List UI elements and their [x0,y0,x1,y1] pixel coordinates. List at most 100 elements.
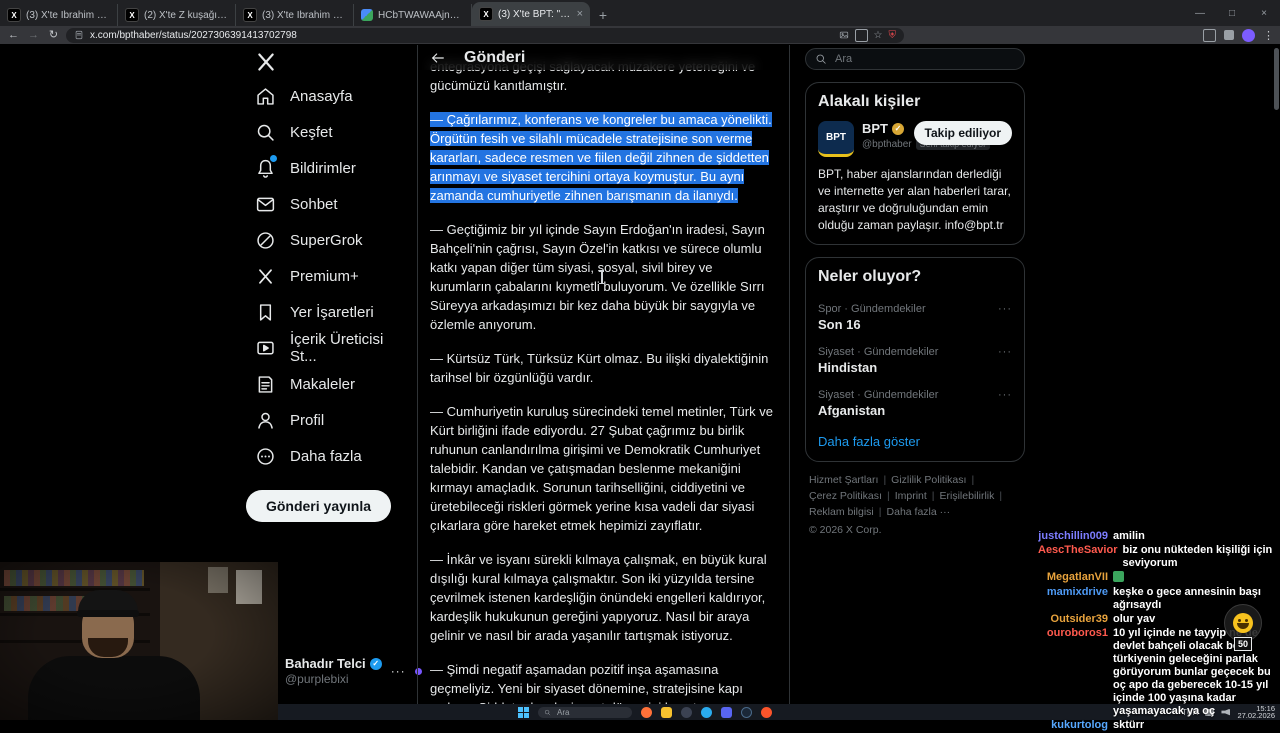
x-favicon: X [7,8,21,22]
extensions-icon[interactable] [1224,30,1234,40]
user-bio: BPT, haber ajanslarından derlediği ve in… [818,167,1011,232]
save-page-icon[interactable] [854,28,868,42]
sidebar-item-profile[interactable]: Profil [244,402,417,438]
post-button[interactable]: Gönderi yayınla [246,490,391,522]
account-more-icon[interactable]: ··· [391,664,406,678]
search-input[interactable] [833,52,987,66]
account-handle: @purplebixi [285,672,349,686]
browser-tab-5-active[interactable]: X (3) X'te BPT: "PKK Terör Örgütü i × [472,2,590,26]
trend-item[interactable]: Spor · Gündemdekiler Son 16 ··· [818,296,1012,339]
browser-tab-3[interactable]: X (3) X'te İbrahim Haskoloğlu: "@ #SC [236,4,354,26]
footer-link[interactable]: Gizlilik Politikası [891,472,979,488]
sidebar-label: Premium+ [290,267,359,285]
footer-link[interactable]: Daha fazla ··· [887,504,951,520]
browser-tab-4[interactable]: HCbTWAWAAjnbV (719×720) [354,4,472,26]
browser-menu-icon[interactable]: ⋮ [1263,29,1274,42]
sidebar-label: Keşfet [290,123,333,141]
forward-button[interactable]: → [26,28,41,43]
footer-link[interactable]: Reklam bilgisi [809,504,887,520]
bookmark-star-icon[interactable]: ☆ [874,30,883,41]
sidebar-item-notifications[interactable]: Bildirimler [244,150,417,186]
trend-more-icon[interactable]: ··· [998,303,1012,315]
page-scrollbar[interactable] [1274,48,1279,110]
brave-icon[interactable] [761,706,772,718]
show-more-link[interactable]: Daha fazla göster [818,425,1012,451]
chat-text: amilin [1113,530,1145,542]
maximize-button[interactable]: □ [1216,8,1248,19]
taskbar-search-input[interactable] [555,706,614,718]
sidebar-item-creator-studio[interactable]: İçerik Üreticisi St... [244,330,417,366]
footer-link[interactable]: Erişilebilirlik [940,488,1008,504]
new-tab-button[interactable]: + [590,4,616,26]
x-right-sidebar: Alakalı kişiler BPT BPT ✓ @bpthaber Seni… [805,45,1025,538]
sidebar-item-premium[interactable]: Premium+ [244,258,417,294]
sidebar-label: Anasayfa [290,87,353,105]
window-close-button[interactable]: × [1248,8,1280,19]
footer-link[interactable]: Hizmet Şartları [809,472,891,488]
sidebar-item-messages[interactable]: Sohbet [244,186,417,222]
minimize-button[interactable]: — [1184,8,1216,19]
user-handle: @bpthaber [862,138,912,150]
relevant-people-card: Alakalı kişiler BPT BPT ✓ @bpthaber Seni… [805,82,1025,245]
trend-item[interactable]: Siyaset · Gündemdekiler Afganistan ··· [818,382,1012,425]
address-bar[interactable]: x.com/bpthaber/status/202730639141370279… [66,27,904,43]
gold-verified-badge-icon: ✓ [892,122,904,135]
back-arrow-icon[interactable] [430,50,446,66]
footer-link[interactable]: Çerez Politikası [809,488,895,504]
back-button[interactable]: ← [6,28,21,43]
bookmark-icon [254,301,276,323]
browser-tab-2[interactable]: X (2) X'te Z kuşağı Testüz "targaryen k [118,4,236,26]
user-name[interactable]: BPT [862,121,888,136]
url-text: x.com/bpthaber/status/202730639141370279… [90,29,297,41]
chat-message: AescTheSavior biz onu nükteden kişiliği … [1038,544,1278,570]
trend-item[interactable]: Siyaset · Gündemdekiler Hindistan ··· [818,339,1012,382]
site-info-icon[interactable] [74,30,84,40]
tweet-paragraph-selected: — Çağrılarımız, konferans ve kongreler b… [430,112,772,203]
chat-text: biz onu nükteden kişiliği için seviyorum [1122,544,1273,569]
taskbar-search[interactable] [538,706,632,718]
browser-profile-avatar[interactable] [1242,28,1255,42]
sidebar-item-articles[interactable]: Makaleler [244,366,417,402]
creator-studio-icon [254,337,276,359]
browser-tab-1[interactable]: X (3) X'te İbrahim Melih Gökçek: "SİZİ [0,4,118,26]
sidebar-item-explore[interactable]: Keşfet [244,114,417,150]
search-box[interactable] [805,48,1025,70]
trend-more-icon[interactable]: ··· [998,346,1012,358]
chat-username: ouroboros1 [1046,627,1108,639]
following-button[interactable]: Takip ediliyor [913,121,1012,145]
steam-icon[interactable] [741,706,752,718]
tab-title: HCbTWAWAAjnbV (719×720) [378,9,464,21]
image-search-icon[interactable] [839,30,849,40]
reaction-count-badge: 50 [1234,637,1253,651]
sidebar-item-home[interactable]: Anasayfa [244,78,417,114]
sidebar-item-bookmarks[interactable]: Yer İşaretleri [244,294,417,330]
page-title: Gönderi [464,48,526,66]
downloads-icon[interactable] [1203,28,1216,42]
chat-text [1113,571,1278,585]
x-logo-icon[interactable] [254,50,278,74]
window-controls: — □ × [1184,0,1280,26]
copyright: © 2026 X Corp. [809,524,882,536]
reload-button[interactable]: ↻ [46,28,61,43]
tab-close-icon[interactable]: × [577,8,583,20]
sidebar-item-more[interactable]: Daha fazla [244,438,417,474]
vignette-overlay [0,562,278,720]
trend-more-icon[interactable]: ··· [998,389,1012,401]
sidebar-label: İçerik Üreticisi St... [290,331,384,365]
trend-name: Son 16 [818,317,861,332]
discord-icon[interactable] [721,706,732,718]
green-plant-emote-icon [1113,571,1124,582]
footer-link[interactable]: Imprint [895,488,940,504]
start-button-icon[interactable] [518,706,529,718]
obs-icon[interactable] [681,706,692,718]
mail-icon [254,193,276,215]
trends-title: Neler oluyor? [818,268,922,285]
chat-username: Outsider39 [1050,613,1108,625]
adblock-shield-icon[interactable]: ⛨ [889,30,897,41]
explorer-folder-icon[interactable] [661,706,672,718]
firefox-icon[interactable] [641,706,652,718]
telegram-icon[interactable] [701,706,712,718]
bpt-avatar[interactable]: BPT [818,121,854,157]
sidebar-item-supergrok[interactable]: SuperGrok [244,222,417,258]
relevant-user-row[interactable]: BPT BPT ✓ @bpthaber Seni takip ediyor Ta… [818,121,1012,157]
